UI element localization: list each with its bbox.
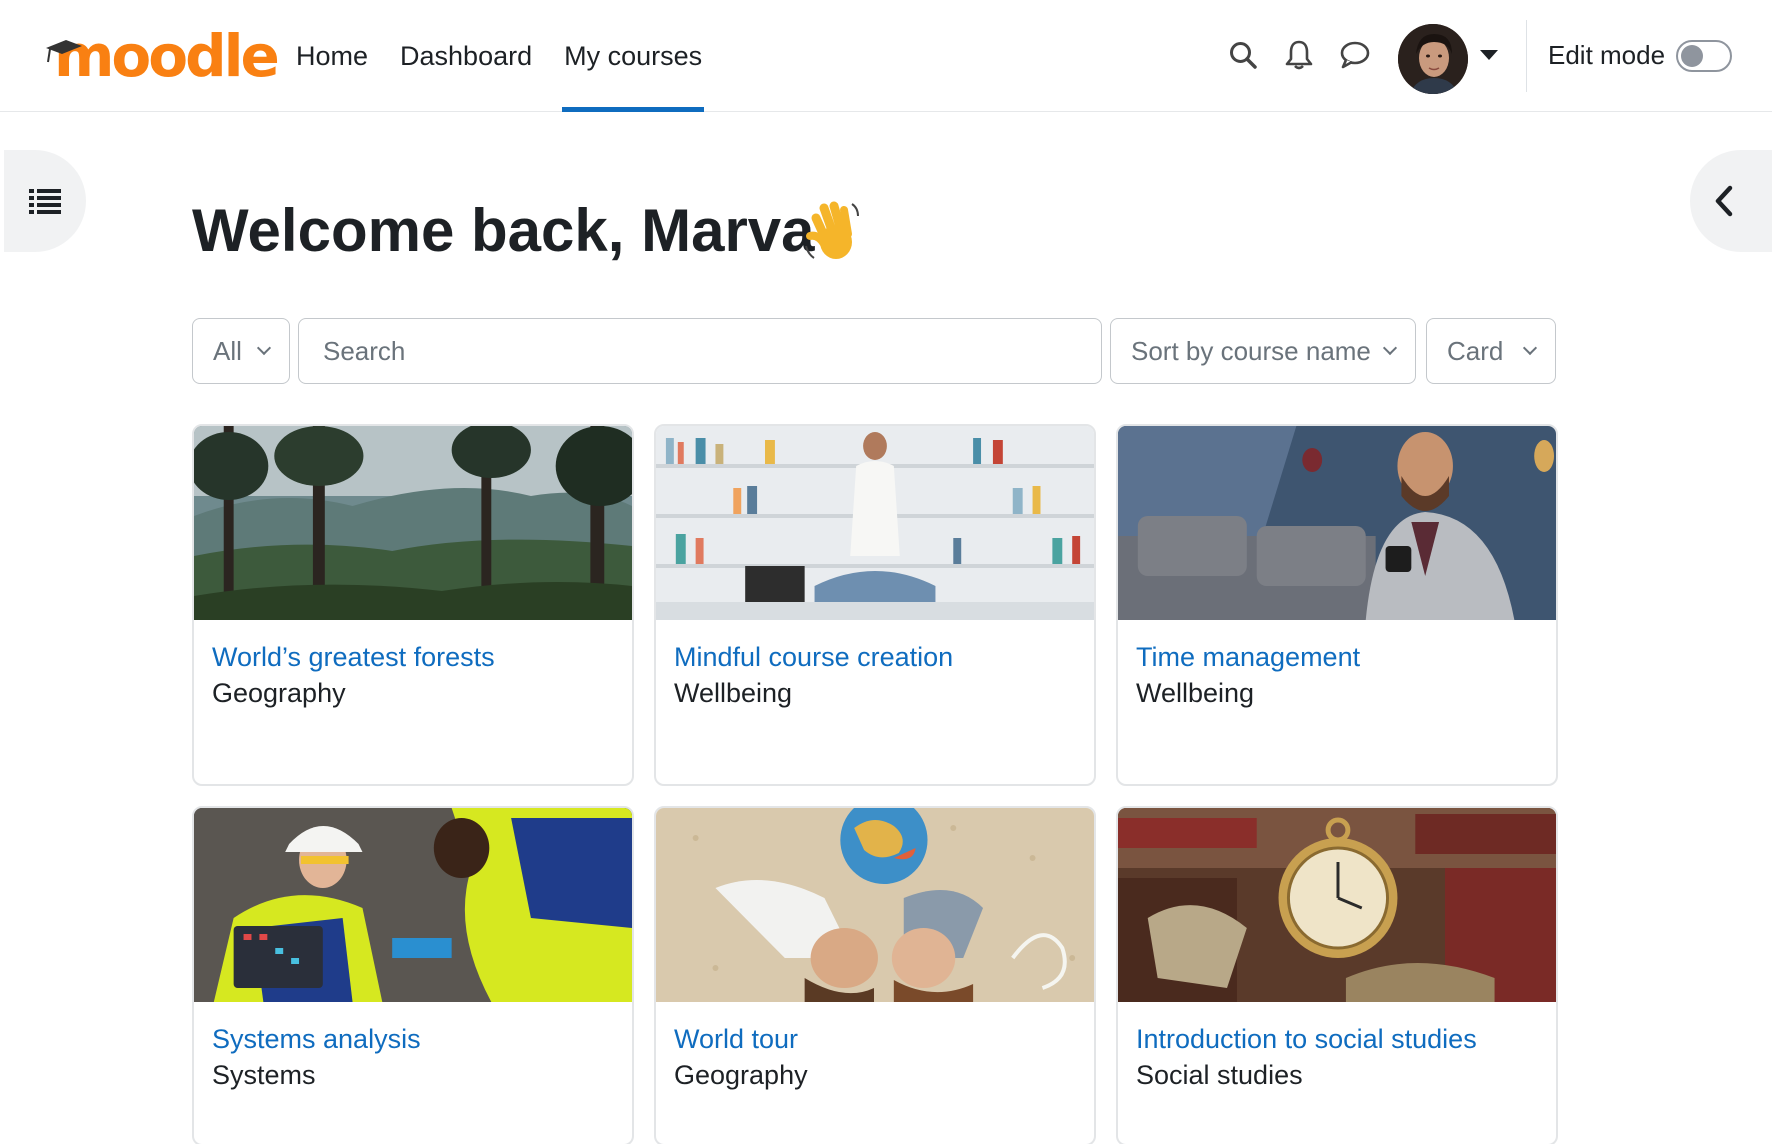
view-value: Card <box>1447 335 1504 366</box>
course-name[interactable]: Mindful course creation <box>674 642 953 673</box>
edit-mode-label: Edit mode <box>1548 40 1666 70</box>
chevron-down-icon <box>1522 340 1538 356</box>
course-category: Geography <box>674 1060 808 1090</box>
man-checking-watch-image <box>1118 426 1556 620</box>
sort-value: Sort by course name <box>1131 335 1371 366</box>
user-avatar[interactable] <box>1398 24 1468 94</box>
course-category: Systems <box>212 1060 316 1090</box>
view-dropdown[interactable]: Card <box>1426 318 1556 384</box>
course-card[interactable]: Systems analysis Systems <box>192 806 634 1144</box>
course-category: Wellbeing <box>674 678 793 708</box>
course-card[interactable]: World’s greatest forests Geography <box>192 424 634 786</box>
course-category: Wellbeing <box>1136 678 1255 708</box>
course-name[interactable]: World tour <box>674 1024 798 1055</box>
course-name[interactable]: Time management <box>1136 642 1360 673</box>
user-menu-caret-icon[interactable] <box>1480 50 1498 60</box>
top-navbar: moodle Home Dashboard My courses Edit mo… <box>0 0 1772 112</box>
primary-navigation: Home Dashboard My courses <box>280 0 718 112</box>
course-search-input[interactable] <box>298 318 1102 384</box>
waving-hand-icon <box>805 201 859 259</box>
couple-with-globe-image <box>656 808 1094 1002</box>
meditation-library-image <box>656 426 1094 620</box>
grouping-dropdown[interactable]: All <box>192 318 290 384</box>
chat-icon[interactable] <box>1338 38 1372 72</box>
engineers-circuit-image <box>194 808 632 1002</box>
course-name[interactable]: Introduction to social studies <box>1136 1024 1477 1055</box>
nav-my-courses[interactable]: My courses <box>548 0 718 112</box>
search-icon[interactable] <box>1226 38 1260 72</box>
moodle-logo[interactable]: moodle <box>46 22 280 90</box>
forest-image <box>194 426 632 620</box>
grouping-value: All <box>213 335 242 366</box>
list-icon <box>29 189 61 214</box>
page-title: Welcome back, Marva <box>192 197 815 264</box>
logo-wordmark: moodle <box>54 22 280 90</box>
course-card[interactable]: Mindful course creation Wellbeing <box>654 424 1096 786</box>
edit-mode-toggle[interactable] <box>1676 40 1732 72</box>
chevron-down-icon <box>256 340 272 356</box>
sort-dropdown[interactable]: Sort by course name <box>1110 318 1416 384</box>
course-category: Social studies <box>1136 1060 1303 1090</box>
course-name[interactable]: World’s greatest forests <box>212 642 495 673</box>
toggle-knob <box>1681 45 1703 67</box>
course-card[interactable]: World tour Geography <box>654 806 1096 1144</box>
open-course-index-button[interactable] <box>4 150 86 252</box>
chevron-left-icon <box>1715 185 1733 217</box>
graduation-cap-icon <box>46 40 82 63</box>
nav-dashboard[interactable]: Dashboard <box>384 0 548 112</box>
course-category: Geography <box>212 678 346 708</box>
chevron-down-icon <box>1382 340 1398 356</box>
bell-icon[interactable] <box>1282 38 1316 72</box>
course-card[interactable]: Introduction to social studies Social st… <box>1116 806 1558 1144</box>
pocket-watch-books-image <box>1118 808 1556 1002</box>
navbar-divider <box>1526 20 1527 92</box>
course-card[interactable]: Time management Wellbeing <box>1116 424 1558 786</box>
open-block-drawer-button[interactable] <box>1690 150 1772 252</box>
nav-home[interactable]: Home <box>280 0 384 112</box>
course-name[interactable]: Systems analysis <box>212 1024 421 1055</box>
